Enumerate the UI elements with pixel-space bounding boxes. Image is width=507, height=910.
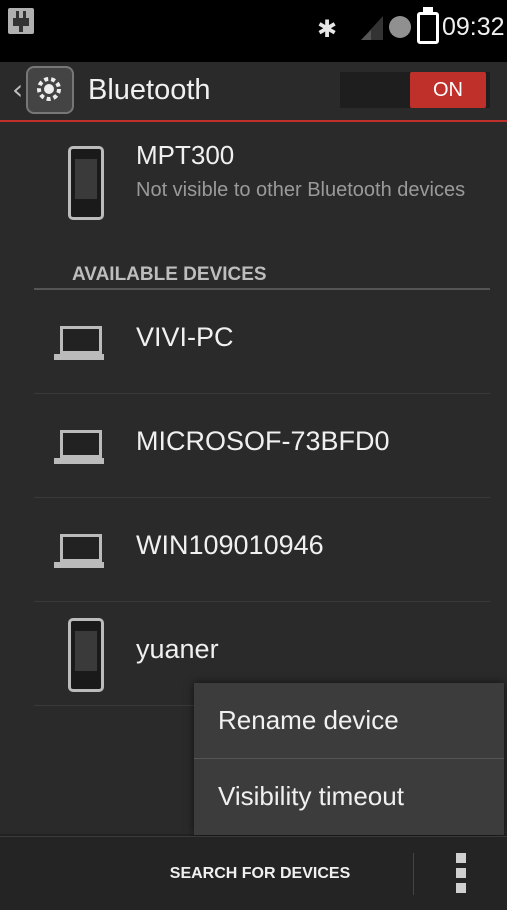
action-bar: ‹ Bluetooth ON — [0, 62, 507, 122]
device-name: VIVI-PC — [136, 322, 234, 352]
usb-icon — [8, 8, 34, 34]
status-time: 09:32 — [442, 13, 505, 41]
overflow-menu: Rename device Visibility timeout — [194, 683, 504, 835]
laptop-icon — [54, 534, 106, 568]
device-row[interactable]: MICROSOF-73BFD0 — [34, 394, 490, 498]
bluetooth-icon: ✱ — [317, 15, 338, 43]
device-name: MICROSOF-73BFD0 — [136, 426, 390, 456]
menu-item-rename-device[interactable]: Rename device — [194, 683, 504, 758]
settings-gear-icon[interactable] — [26, 66, 74, 114]
device-name: WIN109010946 — [136, 530, 324, 560]
menu-item-visibility-timeout[interactable]: Visibility timeout — [194, 759, 504, 834]
my-device[interactable]: MPT300 Not visible to other Bluetooth de… — [0, 122, 507, 252]
bottom-bar: SEARCH FOR DEVICES — [0, 836, 507, 910]
device-name: yuaner — [136, 634, 219, 664]
page-title: Bluetooth — [88, 74, 211, 106]
overflow-menu-icon[interactable] — [456, 853, 468, 897]
my-device-name: MPT300 — [136, 140, 235, 170]
battery-icon — [417, 7, 439, 44]
laptop-icon — [54, 326, 106, 360]
bluetooth-toggle[interactable]: ON — [410, 72, 486, 108]
bottom-bar-divider — [413, 853, 414, 895]
phone-icon — [68, 146, 104, 220]
search-for-devices-button[interactable]: SEARCH FOR DEVICES — [120, 857, 400, 891]
back-chevron-icon[interactable]: ‹ — [12, 70, 23, 110]
phone-icon — [68, 618, 104, 692]
section-header: AVAILABLE DEVICES — [72, 264, 267, 285]
screen: ✱ 09:32 ‹ Bluetooth ON MPT300 Not visibl… — [0, 0, 507, 910]
status-dot-icon — [389, 16, 411, 38]
laptop-icon — [54, 430, 106, 464]
status-bar: ✱ 09:32 — [0, 0, 507, 62]
device-row[interactable]: VIVI-PC — [34, 290, 490, 394]
device-row[interactable]: WIN109010946 — [34, 498, 490, 602]
my-device-visibility: Not visible to other Bluetooth devices — [136, 179, 466, 201]
signal-icon — [359, 12, 385, 42]
